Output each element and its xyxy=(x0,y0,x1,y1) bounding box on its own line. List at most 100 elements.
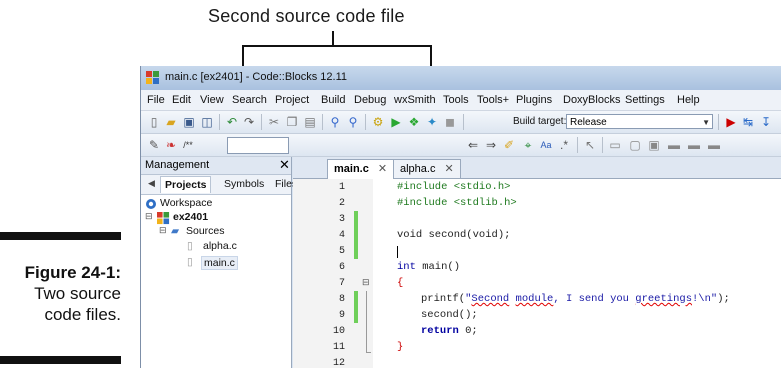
tree-collapse-icon[interactable]: ⊟ xyxy=(145,211,153,222)
menu-wxsmith[interactable]: wxSmith xyxy=(394,94,436,106)
code-text: second(); xyxy=(421,309,478,321)
codeblocks-app-icon xyxy=(146,71,159,84)
figure-caption: Figure 24-1: Two source code files. xyxy=(0,262,121,325)
toolbar-separator xyxy=(365,114,366,130)
close-icon[interactable]: ✕ xyxy=(279,157,290,173)
code-text: printf( xyxy=(421,293,466,305)
menu-debug[interactable]: Debug xyxy=(354,94,386,106)
misspelled-word: module xyxy=(515,293,554,305)
build-and-run-icon[interactable]: ❖ xyxy=(407,115,421,129)
window-title: main.c [ex2401] - Code::Blocks 12.11 xyxy=(165,71,348,83)
callout-label: Second source code file xyxy=(208,6,405,26)
line-number: 4 xyxy=(338,230,345,241)
toolbar-separator xyxy=(219,114,220,130)
save-all-icon[interactable]: ◫ xyxy=(200,115,214,129)
panel2-icon[interactable]: ▢ xyxy=(628,138,642,152)
doxy-comment-icon[interactable]: /** xyxy=(181,138,195,152)
menu-file[interactable]: File xyxy=(147,94,165,106)
menu-search[interactable]: Search xyxy=(232,94,267,106)
symbol-filter-input[interactable] xyxy=(227,137,289,154)
code-line-10[interactable]: return 0; xyxy=(421,325,478,337)
run-to-cursor-icon[interactable]: ↹ xyxy=(741,115,755,129)
redo-icon[interactable]: ↷ xyxy=(242,115,256,129)
editor-tabbar: main.c ✕ alpha.c ✕ xyxy=(293,157,781,179)
line-number: 8 xyxy=(338,294,345,305)
run-icon[interactable]: ▶ xyxy=(389,115,403,129)
tree-collapse-icon[interactable]: ⊟ xyxy=(159,225,167,236)
code-line-9[interactable]: second(); xyxy=(421,309,478,321)
menu-settings[interactable]: Settings xyxy=(625,94,665,106)
scroll-left-icon[interactable]: ◀ xyxy=(148,178,155,189)
panel4-icon[interactable]: ▬ xyxy=(667,138,681,152)
panel-icon[interactable]: ▭ xyxy=(608,138,622,152)
menu-tools[interactable]: Tools xyxy=(443,94,469,106)
code-line-8[interactable]: printf("Second module, I send you greeti… xyxy=(421,293,730,305)
build-icon[interactable]: ⚙ xyxy=(371,115,385,129)
tab-label: alpha.c xyxy=(400,163,436,175)
menu-help[interactable]: Help xyxy=(677,94,700,106)
close-icon[interactable]: ✕ xyxy=(378,163,387,175)
bookmark-icon[interactable]: ❧ xyxy=(164,138,178,152)
code-line-6[interactable]: int main() xyxy=(397,261,460,273)
find-icon[interactable]: ⚲ xyxy=(328,115,342,129)
panel5-icon[interactable]: ▬ xyxy=(687,138,701,152)
regex-icon[interactable]: .* xyxy=(557,138,571,152)
code-line-1[interactable]: #include <stdio.h> xyxy=(397,181,510,193)
tab-main-c[interactable]: main.c ✕ xyxy=(327,159,395,179)
figure-caption-line2: code files. xyxy=(44,305,121,324)
new-file-icon[interactable]: ▯ xyxy=(147,115,161,129)
codeblocks-window: main.c [ex2401] - Code::Blocks 12.11 Fil… xyxy=(140,66,781,368)
close-icon[interactable]: ✕ xyxy=(444,163,453,175)
save-icon[interactable]: ▣ xyxy=(182,115,196,129)
menu-doxyblocks[interactable]: DoxyBlocks xyxy=(563,94,620,106)
debug-icon[interactable]: ▶ xyxy=(724,115,738,129)
menu-view[interactable]: View xyxy=(200,94,224,106)
tab-alpha-c[interactable]: alpha.c ✕ xyxy=(393,159,461,178)
menu-tools-plus[interactable]: Tools+ xyxy=(477,94,509,106)
match-icon[interactable]: ⌖ xyxy=(521,138,535,152)
undo-icon[interactable]: ↶ xyxy=(225,115,239,129)
toolbar-separator xyxy=(322,114,323,130)
tab-projects[interactable]: Projects xyxy=(160,176,212,193)
string-literal: !\n" xyxy=(692,293,718,305)
line-number: 1 xyxy=(338,182,345,193)
next-line-icon[interactable]: ↧ xyxy=(759,115,773,129)
jump-back-icon[interactable]: ⇐ xyxy=(466,138,480,152)
menu-build[interactable]: Build xyxy=(321,94,345,106)
chevron-down-icon: ▼ xyxy=(702,118,710,127)
code-line-11[interactable]: } xyxy=(397,341,403,353)
abort-icon[interactable]: ◼ xyxy=(443,115,457,129)
code-line-7[interactable]: { xyxy=(397,277,403,289)
build-target-select[interactable]: Release ▼ xyxy=(566,114,713,129)
replace-icon[interactable]: ⚲ xyxy=(346,115,360,129)
cut-icon[interactable]: ✂ xyxy=(267,115,281,129)
menu-project[interactable]: Project xyxy=(275,94,309,106)
fold-collapse-icon[interactable]: ⊟ xyxy=(362,278,370,288)
brace: { xyxy=(397,277,404,289)
code-line-4[interactable]: void second(void); xyxy=(397,229,510,241)
figure-number: Figure 24-1: xyxy=(24,263,121,282)
code-line-2[interactable]: #include <stdlib.h> xyxy=(397,197,517,209)
select-icon[interactable]: ↖ xyxy=(583,138,597,152)
management-pane: Management ✕ ◀ Projects Symbols Files ▶ … xyxy=(141,157,310,368)
jump-forward-icon[interactable]: ⇒ xyxy=(484,138,498,152)
paste-icon[interactable]: ▤ xyxy=(303,115,317,129)
open-folder-icon[interactable]: ▰ xyxy=(164,115,178,129)
project-icon xyxy=(157,212,170,225)
rebuild-icon[interactable]: ✦ xyxy=(425,115,439,129)
caption-bottom-rule xyxy=(0,356,121,364)
panel3-icon[interactable]: ▣ xyxy=(647,138,661,152)
copy-icon[interactable]: ❐ xyxy=(285,115,299,129)
misspelled-word: Second xyxy=(471,293,510,305)
highlight-icon[interactable]: ✐ xyxy=(502,138,516,152)
tab-symbols[interactable]: Symbols xyxy=(224,178,264,190)
string-literal: , I send you xyxy=(553,293,636,305)
match-case-icon[interactable]: Aa xyxy=(539,138,553,152)
menu-bar: File Edit View Search Project Build Debu… xyxy=(141,90,781,111)
menu-plugins[interactable]: Plugins xyxy=(516,94,552,106)
management-header: Management ✕ xyxy=(141,157,291,175)
comment-icon[interactable]: ✎ xyxy=(147,138,161,152)
toolbar-separator xyxy=(463,114,464,130)
panel6-icon[interactable]: ▬ xyxy=(707,138,721,152)
menu-edit[interactable]: Edit xyxy=(172,94,191,106)
